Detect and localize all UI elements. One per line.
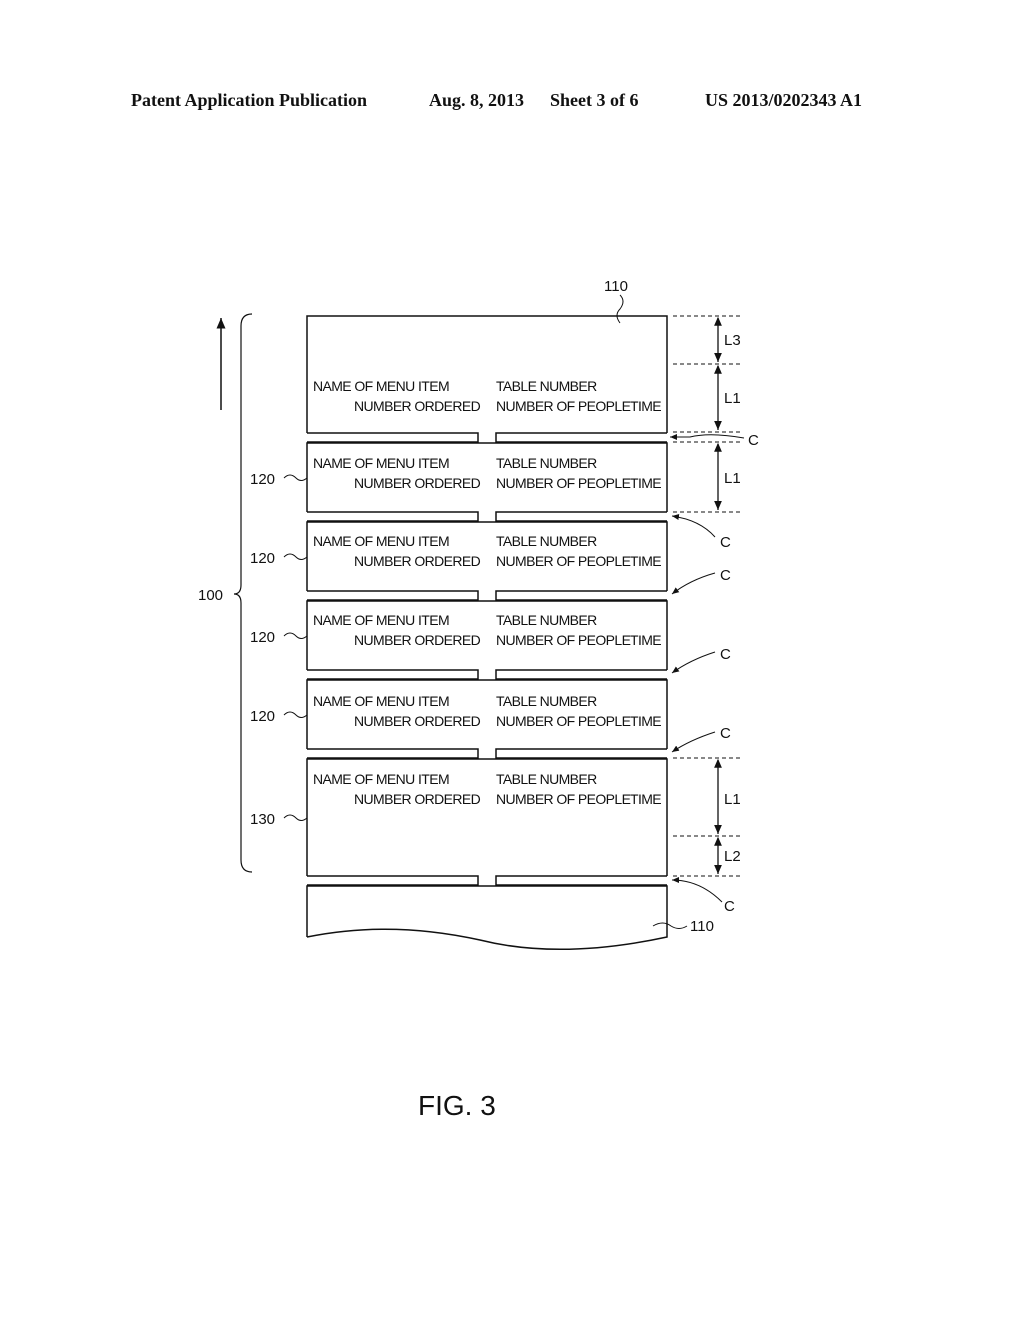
field-number-of-people: NUMBER OF PEOPLE: [496, 475, 631, 491]
field-table-number: TABLE NUMBER: [496, 771, 597, 787]
slip: NAME OF MENU ITEM NUMBER ORDERED TABLE NUM…: [250, 758, 668, 886]
field-table-number: TABLE NUMBER: [496, 455, 597, 471]
dim-l1-label: L1: [724, 470, 741, 487]
slip: NAME OF MENU ITEM NUMBER ORDERED TABLE NUM…: [250, 600, 668, 680]
field-number-of-people: NUMBER OF PEOPLE: [496, 553, 631, 569]
slip-ref-label: 130: [250, 811, 275, 828]
figure-drawing: 100 110 NAME OF MENU ITEM NUMBER ORDERED T…: [198, 278, 759, 950]
field-time: TIME: [630, 632, 661, 648]
tape-ref-label: 110: [604, 278, 628, 295]
field-menu-item: NAME OF MENU ITEM: [313, 378, 449, 394]
dim-l3-label: L3: [724, 332, 741, 349]
tape-bottom-ref-label: 110: [690, 918, 714, 935]
dim-l1-label: L1: [724, 791, 741, 808]
slip-ref-label: 120: [250, 629, 275, 646]
field-number-ordered: NUMBER ORDERED: [354, 713, 481, 729]
dim-l1-label: L1: [724, 390, 741, 407]
cut-arrows: [670, 434, 745, 903]
field-table-number: TABLE NUMBER: [496, 533, 597, 549]
cut-label: C: [748, 432, 759, 449]
slip-ref-label: 120: [250, 471, 275, 488]
cut-label: C: [720, 725, 731, 742]
slip-bottom: [306, 885, 688, 950]
field-time: TIME: [630, 791, 661, 807]
field-table-number: TABLE NUMBER: [496, 693, 597, 709]
field-menu-item: NAME OF MENU ITEM: [313, 612, 449, 628]
slip: NAME OF MENU ITEM NUMBER ORDERED TABLE NUM…: [250, 442, 668, 522]
group-ref-label: 100: [198, 587, 223, 604]
field-number-of-people: NUMBER OF PEOPLE: [496, 632, 631, 648]
field-number-ordered: NUMBER ORDERED: [354, 632, 481, 648]
field-number-ordered: NUMBER ORDERED: [354, 553, 481, 569]
field-number-ordered: NUMBER ORDERED: [354, 398, 481, 414]
field-number-ordered: NUMBER ORDERED: [354, 791, 481, 807]
slip: NAME OF MENU ITEM NUMBER ORDERED TABLE NUM…: [250, 521, 668, 601]
slip: NAME OF MENU ITEM NUMBER ORDERED TABLE NUM…: [250, 679, 668, 759]
field-menu-item: NAME OF MENU ITEM: [313, 533, 449, 549]
dim-l2-label: L2: [724, 848, 741, 865]
cut-label: C: [720, 534, 731, 551]
field-time: TIME: [630, 713, 661, 729]
field-menu-item: NAME OF MENU ITEM: [313, 693, 449, 709]
field-table-number: TABLE NUMBER: [496, 612, 597, 628]
slip-ref-label: 120: [250, 708, 275, 725]
group-brace: [233, 313, 253, 873]
slip-ref-label: 120: [250, 550, 275, 567]
field-time: TIME: [630, 475, 661, 491]
cut-label: C: [724, 898, 735, 915]
cut-label: C: [720, 646, 731, 663]
field-number-of-people: NUMBER OF PEOPLE: [496, 713, 631, 729]
field-number-ordered: NUMBER ORDERED: [354, 475, 481, 491]
cut-label: C: [720, 567, 731, 584]
figure-caption: FIG. 3: [418, 1090, 496, 1121]
field-number-of-people: NUMBER OF PEOPLE: [496, 398, 631, 414]
field-time: TIME: [630, 553, 661, 569]
slip: NAME OF MENU ITEM NUMBER ORDERED TABLE NUM…: [307, 378, 667, 443]
field-menu-item: NAME OF MENU ITEM: [313, 455, 449, 471]
slip-list: NAME OF MENU ITEM NUMBER ORDERED TABLE NUM…: [250, 378, 668, 886]
field-menu-item: NAME OF MENU ITEM: [313, 771, 449, 787]
field-table-number: TABLE NUMBER: [496, 378, 597, 394]
field-number-of-people: NUMBER OF PEOPLE: [496, 791, 631, 807]
field-time: TIME: [630, 398, 661, 414]
